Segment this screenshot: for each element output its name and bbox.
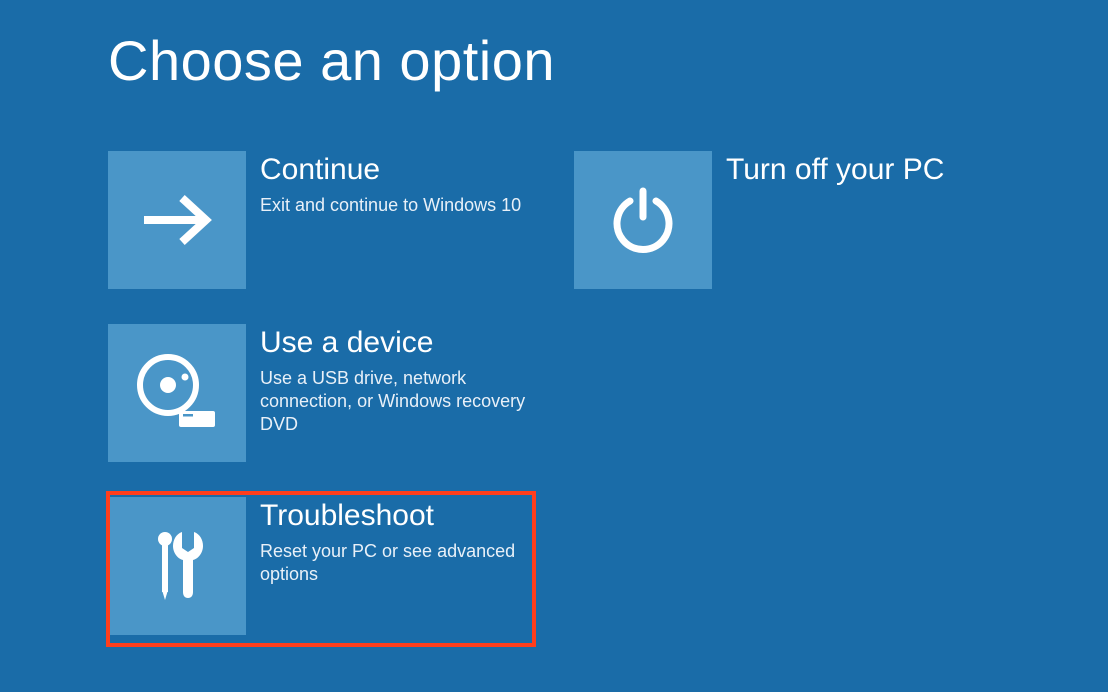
usedevice-text: Use a device Use a USB drive, network co…	[246, 324, 534, 437]
troubleshoot-description: Reset your PC or see advanced options	[260, 540, 534, 587]
turnoff-tile	[574, 151, 712, 289]
device-icon	[135, 353, 219, 433]
options-grid: Continue Exit and continue to Windows 10…	[108, 151, 1000, 635]
continue-description: Exit and continue to Windows 10	[260, 194, 521, 217]
turnoff-text: Turn off your PC	[712, 151, 944, 194]
usedevice-title: Use a device	[260, 326, 534, 361]
continue-tile	[108, 151, 246, 289]
troubleshoot-text: Troubleshoot Reset your PC or see advanc…	[246, 497, 534, 586]
continue-text: Continue Exit and continue to Windows 10	[246, 151, 521, 217]
usedevice-description: Use a USB drive, network connection, or …	[260, 367, 534, 437]
usedevice-tile	[108, 324, 246, 462]
usedevice-option[interactable]: Use a device Use a USB drive, network co…	[108, 324, 534, 462]
turnoff-title: Turn off your PC	[726, 153, 944, 188]
continue-option[interactable]: Continue Exit and continue to Windows 10	[108, 151, 534, 289]
power-icon	[608, 185, 678, 255]
turnoff-option[interactable]: Turn off your PC	[574, 151, 1000, 289]
troubleshoot-option[interactable]: Troubleshoot Reset your PC or see advanc…	[108, 493, 534, 645]
page-title: Choose an option	[108, 28, 1000, 93]
tools-icon	[147, 526, 207, 606]
continue-title: Continue	[260, 153, 521, 188]
troubleshoot-title: Troubleshoot	[260, 499, 534, 534]
arrow-right-icon	[138, 190, 216, 250]
troubleshoot-tile	[108, 497, 246, 635]
